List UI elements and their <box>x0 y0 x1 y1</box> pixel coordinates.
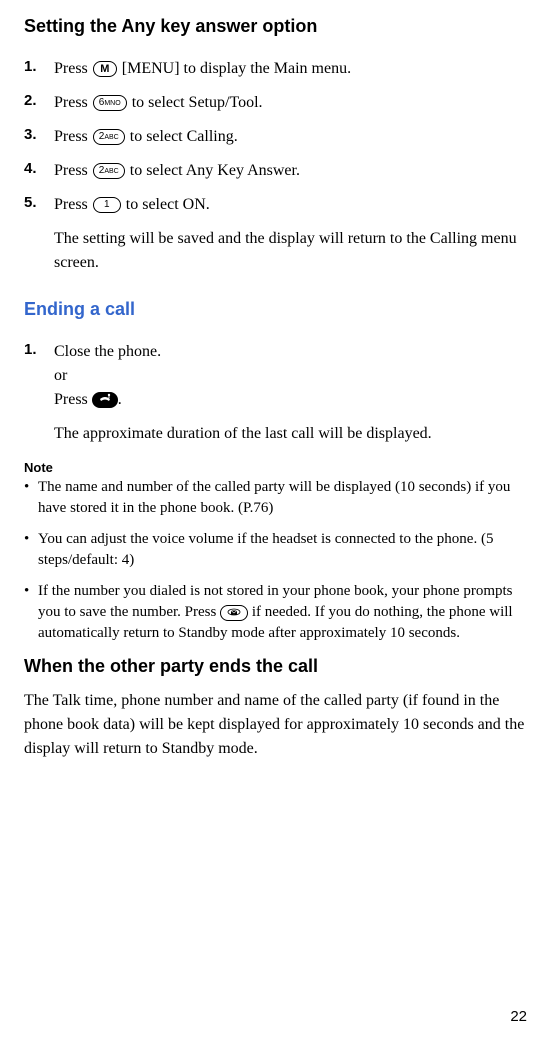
step-number: 1. <box>24 340 54 358</box>
step-body: Press 2ABC to select Any Key Answer. <box>54 159 529 183</box>
ending-press-post: . <box>118 391 122 408</box>
phone-key-icon: 6MNO <box>93 95 127 111</box>
note-text: The name and number of the called party … <box>38 477 529 519</box>
step-number: 5. <box>24 193 54 211</box>
bullet: • <box>24 529 38 571</box>
ending-or: or <box>54 367 67 384</box>
page-number: 22 <box>510 1008 527 1025</box>
phone-key-icon: 2ABC <box>93 129 125 145</box>
heading-any-key: Setting the Any key answer option <box>24 16 529 37</box>
phone-key-icon: M <box>93 61 117 77</box>
ending-result-text: The approximate duration of the last cal… <box>54 422 529 446</box>
ending-close-phone: Close the phone. <box>54 343 161 360</box>
ending-press-pre: Press <box>54 391 92 408</box>
mail-key-icon <box>220 605 248 621</box>
note-text: You can adjust the voice volume if the h… <box>38 529 529 571</box>
any-key-tail-text: The setting will be saved and the displa… <box>54 227 529 275</box>
bullet: • <box>24 581 38 644</box>
other-party-body: The Talk time, phone number and name of … <box>24 689 529 761</box>
bullet: • <box>24 477 38 519</box>
heading-ending-call: Ending a call <box>24 299 529 320</box>
end-call-key-icon <box>92 392 118 408</box>
step-body: Press 6MNO to select Setup/Tool. <box>54 91 529 115</box>
step-number: 4. <box>24 159 54 177</box>
step-body: Press 2ABC to select Calling. <box>54 125 529 149</box>
phone-key-icon: 1 <box>93 197 121 213</box>
step-number: 1. <box>24 57 54 75</box>
note-heading: Note <box>24 460 529 475</box>
step-number: 2. <box>24 91 54 109</box>
phone-key-icon: 2ABC <box>93 163 125 179</box>
step-body: Press M [MENU] to display the Main menu. <box>54 57 529 81</box>
note-text: If the number you dialed is not stored i… <box>38 581 529 644</box>
step-body: Press 1 to select ON. <box>54 193 529 217</box>
heading-other-party: When the other party ends the call <box>24 656 529 677</box>
step-number: 3. <box>24 125 54 143</box>
